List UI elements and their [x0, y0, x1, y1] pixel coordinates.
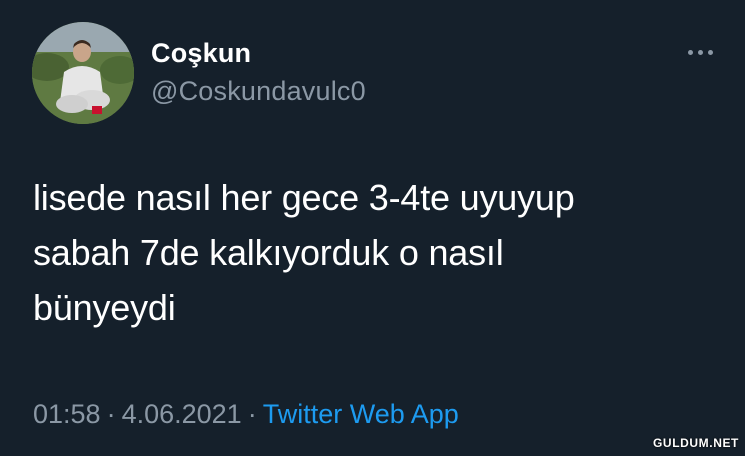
more-options-button[interactable] [678, 40, 722, 64]
tweet-card: Coşkun @Coskundavulc0 lisede nasıl her g… [0, 0, 745, 456]
site-watermark: GULDUM.NET [653, 436, 739, 450]
user-handle[interactable]: @Coskundavulc0 [151, 76, 366, 107]
avatar-photo [32, 22, 134, 124]
tweet-time[interactable]: 01:58 [33, 399, 101, 429]
tweet-source-link[interactable]: Twitter Web App [263, 399, 459, 429]
separator: · [247, 399, 257, 429]
more-horizontal-icon [707, 49, 713, 55]
display-name[interactable]: Coşkun [151, 38, 251, 69]
tweet-text: lisede nasıl her gece 3-4te uyuyup sabah… [33, 177, 575, 328]
tweet-metadata: 01:58 · 4.06.2021 · Twitter Web App [33, 399, 459, 430]
avatar[interactable] [32, 22, 134, 124]
tweet-date[interactable]: 4.06.2021 [122, 399, 242, 429]
more-horizontal-icon [687, 49, 693, 55]
more-horizontal-icon [697, 49, 703, 55]
separator: · [106, 399, 116, 429]
